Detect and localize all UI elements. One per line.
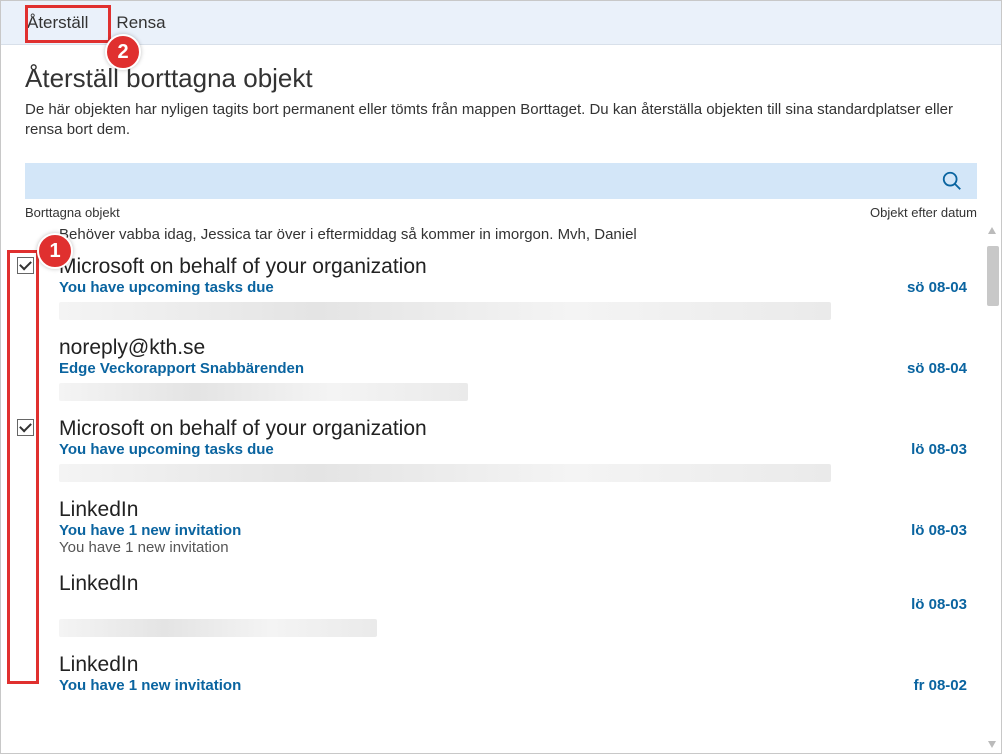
list-item[interactable]: Microsoft on behalf of your organization… (7, 249, 985, 330)
item-subject: You have 1 new invitation (59, 522, 241, 539)
scroll-up-icon[interactable] (985, 226, 999, 236)
page-description: De här objekten har nyligen tagits bort … (25, 100, 977, 141)
list-item[interactable]: Microsoft on behalf of your organization… (7, 411, 985, 492)
item-sender: LinkedIn (59, 653, 967, 677)
item-snippet: You have 1 new invitation (59, 539, 967, 556)
item-subject: Edge Veckorapport Snabbärenden (59, 360, 304, 377)
item-checkbox[interactable] (17, 257, 34, 274)
list-header-left[interactable]: Borttagna objekt (25, 205, 120, 220)
scrollbar-thumb[interactable] (987, 246, 999, 306)
toolbar: Återställ Rensa (1, 1, 1001, 45)
item-sender: LinkedIn (59, 498, 967, 522)
item-date: lö 08-03 (911, 441, 967, 458)
list-item[interactable]: noreply@kth.se Edge Veckorapport Snabbär… (7, 330, 985, 411)
item-snippet-redacted (59, 302, 831, 320)
item-date: lö 08-03 (911, 522, 967, 539)
item-sender: Microsoft on behalf of your organization (59, 255, 967, 279)
list-item[interactable]: LinkedIn You have 1 new invitation fr 08… (7, 647, 985, 704)
item-snippet-redacted (59, 464, 831, 482)
item-date: sö 08-04 (907, 279, 967, 296)
item-date: lö 08-03 (911, 596, 967, 613)
list-item[interactable]: LinkedIn You have 1 new invitation lö 08… (7, 492, 985, 566)
item-subject: You have upcoming tasks due (59, 279, 274, 296)
item-sender: Microsoft on behalf of your organization (59, 417, 967, 441)
clear-button[interactable]: Rensa (102, 7, 179, 39)
list-header: Borttagna objekt Objekt efter datum (1, 199, 1001, 224)
item-subject: You have upcoming tasks due (59, 441, 274, 458)
list-header-right[interactable]: Objekt efter datum (870, 205, 977, 220)
preview-text: Behöver vabba idag, Jessica tar över i e… (59, 226, 637, 243)
page-title: Återställ borttagna objekt (25, 63, 977, 94)
item-snippet-redacted (59, 619, 377, 637)
item-subject: You have 1 new invitation (59, 677, 241, 694)
list-item[interactable]: LinkedIn lö 08-03 (7, 566, 985, 647)
item-date: sö 08-04 (907, 360, 967, 377)
item-date: fr 08-02 (914, 677, 967, 694)
item-list: Behöver vabba idag, Jessica tar över i e… (1, 224, 1001, 704)
item-sender: LinkedIn (59, 572, 967, 596)
header-area: Återställ borttagna objekt De här objekt… (1, 45, 1001, 163)
list-item-preview[interactable]: Behöver vabba idag, Jessica tar över i e… (7, 224, 985, 249)
search-bar[interactable] (25, 163, 977, 199)
restore-button[interactable]: Återställ (13, 7, 102, 39)
item-sender: noreply@kth.se (59, 336, 967, 360)
search-icon[interactable] (941, 170, 963, 192)
item-checkbox[interactable] (17, 419, 34, 436)
scroll-down-icon[interactable] (985, 739, 999, 749)
item-snippet-redacted (59, 383, 468, 401)
